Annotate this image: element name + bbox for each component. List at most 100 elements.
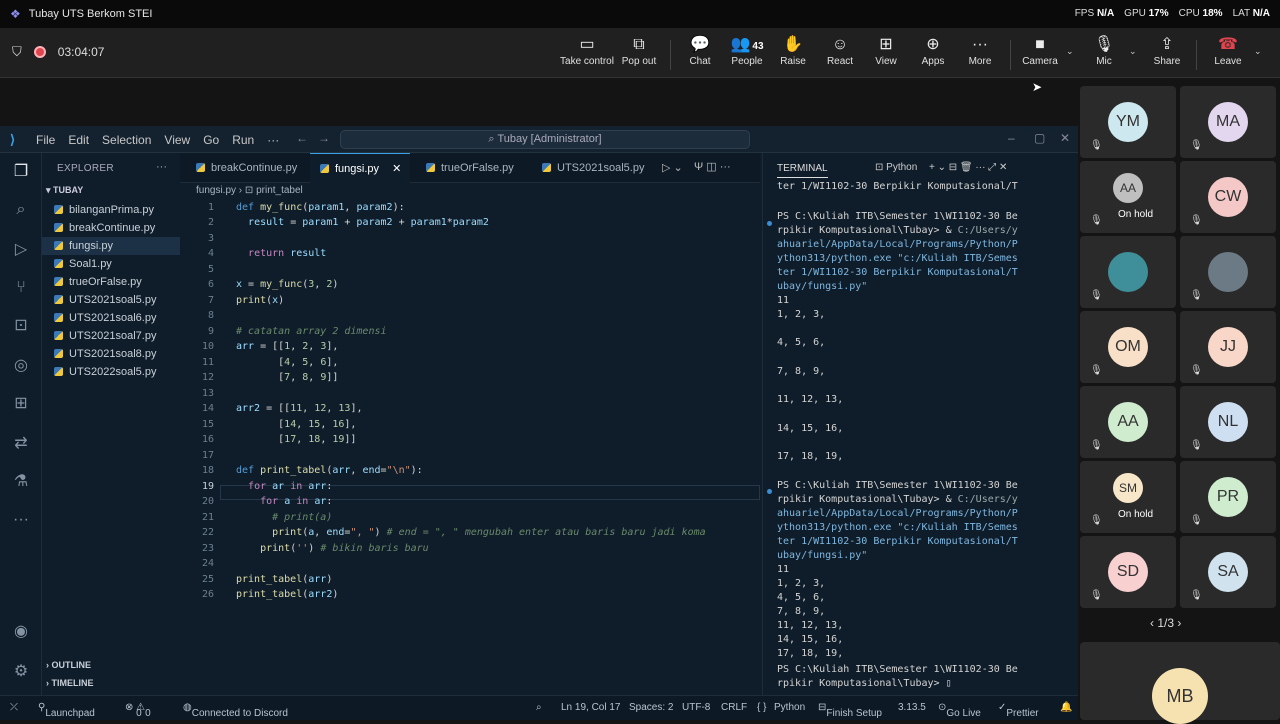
gear-icon[interactable]: ⚙ <box>12 663 30 681</box>
back-arrow-icon[interactable]: ← <box>296 131 308 145</box>
tab-uts2021soal5[interactable]: UTS2021soal5.py <box>532 153 652 183</box>
chevron-down-icon[interactable]: ⌄ <box>1129 46 1137 57</box>
command-center-search[interactable]: ⌕ Tubay [Administrator] <box>340 130 750 149</box>
folder-tubay[interactable]: ▾ TUBAY <box>46 185 83 196</box>
git-icon[interactable]: ◎ <box>12 357 30 375</box>
file-item[interactable]: UTS2021soal6.py <box>42 309 180 327</box>
cursor-position[interactable]: Ln 19, Col 17 <box>561 702 621 713</box>
file-item[interactable]: bilanganPrima.py <box>42 201 180 219</box>
bell-icon[interactable]: 🔔 <box>1060 702 1072 713</box>
file-item[interactable]: UTS2021soal7.py <box>42 327 180 345</box>
chevron-down-icon[interactable]: ⌄ <box>1066 46 1074 57</box>
participant-tile[interactable]: OM 🎙 <box>1080 311 1176 383</box>
forward-arrow-icon[interactable]: → <box>318 131 330 145</box>
split-editor-icon[interactable]: Ψ ◫ ··· <box>694 160 731 173</box>
menu-view[interactable]: View <box>164 133 190 147</box>
participant-tile[interactable]: SM On hold 🎙 <box>1080 461 1176 533</box>
participant-tile[interactable]: JJ 🎙 <box>1180 311 1276 383</box>
terminal-actions[interactable]: + ⌄ ⊟ 🗑 ··· ⤢ ✕ <box>929 162 1007 173</box>
search-icon[interactable]: ⌕ <box>12 201 30 219</box>
more-icon[interactable]: ··· <box>12 511 30 529</box>
lat-value: N/A <box>1252 8 1270 19</box>
camera-button[interactable]: ■ Camera <box>1012 34 1068 67</box>
remote-icon[interactable]: ⊡ <box>12 317 30 335</box>
share-button[interactable]: ⇪ Share <box>1139 34 1195 67</box>
participant-tile[interactable]: YM 🎙 <box>1080 86 1176 158</box>
extensions-icon[interactable]: ⊞ <box>12 395 30 413</box>
participant-tile[interactable]: AA 🎙 <box>1080 386 1176 458</box>
explorer-icon[interactable]: ❐ <box>12 163 30 181</box>
tab-fungsi[interactable]: fungsi.py ✕ <box>310 153 410 183</box>
mic-button[interactable]: 🎙 Mic <box>1076 34 1132 67</box>
account-icon[interactable]: ◉ <box>12 623 30 641</box>
encoding[interactable]: UTF-8 <box>682 702 710 713</box>
terminal-tab[interactable]: TERMINAL <box>777 163 828 178</box>
line-number: 1 <box>207 202 214 213</box>
run-icon[interactable]: ▷ ⌄ <box>662 161 683 174</box>
self-view-tile[interactable]: MB <box>1080 642 1280 724</box>
file-item[interactable]: trueOrFalse.py <box>42 273 180 291</box>
file-item[interactable]: Soal1.py <box>42 255 180 273</box>
finish-setup[interactable]: ⊟ Finish Setup <box>818 702 882 719</box>
participant-tile[interactable]: MA 🎙 <box>1180 86 1276 158</box>
leave-button[interactable]: ☎ Leave <box>1200 34 1256 67</box>
testing-icon[interactable]: ⚗ <box>12 473 30 491</box>
chevron-right-icon[interactable]: › <box>1177 616 1181 630</box>
python-version[interactable]: 3.13.5 <box>898 702 926 713</box>
menu-go[interactable]: Go <box>203 133 219 147</box>
menu-run[interactable]: Run <box>232 133 254 147</box>
file-item[interactable]: breakContinue.py <box>42 219 180 237</box>
chevron-down-icon[interactable]: ⌄ <box>1254 46 1262 57</box>
discord-status[interactable]: ◍ Connected to Discord <box>183 702 288 719</box>
gallery-pager[interactable]: ‹ 1/3 › <box>1150 616 1181 630</box>
minimize-icon[interactable]: – <box>1008 131 1015 145</box>
participant-tile[interactable]: NL 🎙 <box>1180 386 1276 458</box>
participant-tile[interactable]: SA 🎙 <box>1180 536 1276 608</box>
participant-tile[interactable]: AA On hold 🎙 <box>1080 161 1176 233</box>
more-button[interactable]: ··· More <box>952 34 1008 67</box>
menu-file[interactable]: File <box>36 133 55 147</box>
take-control-button[interactable]: ▭ Take control <box>559 34 615 67</box>
live-share-icon[interactable]: ⇄ <box>12 435 30 453</box>
close-tab-icon[interactable]: ✕ <box>392 163 401 175</box>
participant-tile[interactable]: 🎙 <box>1180 236 1276 308</box>
participant-tile[interactable]: PR 🎙 <box>1180 461 1276 533</box>
language-mode[interactable]: Python <box>774 702 805 713</box>
outline-section[interactable]: › OUTLINE <box>46 660 91 670</box>
file-item[interactable]: UTS2021soal8.py <box>42 345 180 363</box>
remote-indicator-icon[interactable]: ⤫ <box>10 702 18 713</box>
participant-tile[interactable]: CW 🎙 <box>1180 161 1276 233</box>
source-control-icon[interactable]: ⑂ <box>12 279 30 297</box>
file-item[interactable]: UTS2022soal5.py <box>42 363 180 381</box>
menu-more[interactable]: ··· <box>267 133 279 147</box>
zoom-icon[interactable]: ⌕ <box>536 702 542 713</box>
tab-trueorfalse[interactable]: trueOrFalse.py <box>416 153 526 183</box>
code-editor[interactable]: 1 def my_func(param1, param2): 2 result =… <box>180 200 760 695</box>
breadcrumb-file[interactable]: fungsi.py <box>196 185 236 196</box>
breadcrumb-symbol[interactable]: print_tabel <box>256 185 303 196</box>
debug-icon[interactable]: ▷ <box>12 241 30 259</box>
launchpad-item[interactable]: ⚲ Launchpad <box>38 702 95 719</box>
indentation[interactable]: Spaces: 2 <box>629 702 673 713</box>
participant-tile[interactable]: SD 🎙 <box>1080 536 1176 608</box>
language-mode-braces[interactable]: { } <box>757 702 766 713</box>
close-icon[interactable]: ✕ <box>1060 131 1070 145</box>
chevron-left-icon[interactable]: ‹ <box>1150 616 1154 630</box>
go-live[interactable]: ⊙ Go Live <box>938 702 981 719</box>
toolbar-divider <box>1010 40 1011 70</box>
line-ending[interactable]: CRLF <box>721 702 747 713</box>
timeline-section[interactable]: › TIMELINE <box>46 678 94 688</box>
problems-item[interactable]: ⊗ 0 ⚠ 0 <box>125 702 151 719</box>
menu-selection[interactable]: Selection <box>102 133 151 147</box>
ellipsis-icon[interactable]: ··· <box>156 161 167 173</box>
prettier[interactable]: ✓ Prettier <box>998 702 1039 719</box>
menu-edit[interactable]: Edit <box>68 133 89 147</box>
shield-icon[interactable]: ⛉ <box>12 44 22 60</box>
terminal-shell[interactable]: ⊡ Python <box>875 162 917 173</box>
tab-breakcontinue[interactable]: breakContinue.py <box>186 153 304 183</box>
pop-out-button[interactable]: ⧉ Pop out <box>611 34 667 67</box>
maximize-icon[interactable]: ▢ <box>1034 131 1045 145</box>
file-item[interactable]: fungsi.py <box>42 237 180 255</box>
file-item[interactable]: UTS2021soal5.py <box>42 291 180 309</box>
participant-tile[interactable]: 🎙 <box>1080 236 1176 308</box>
